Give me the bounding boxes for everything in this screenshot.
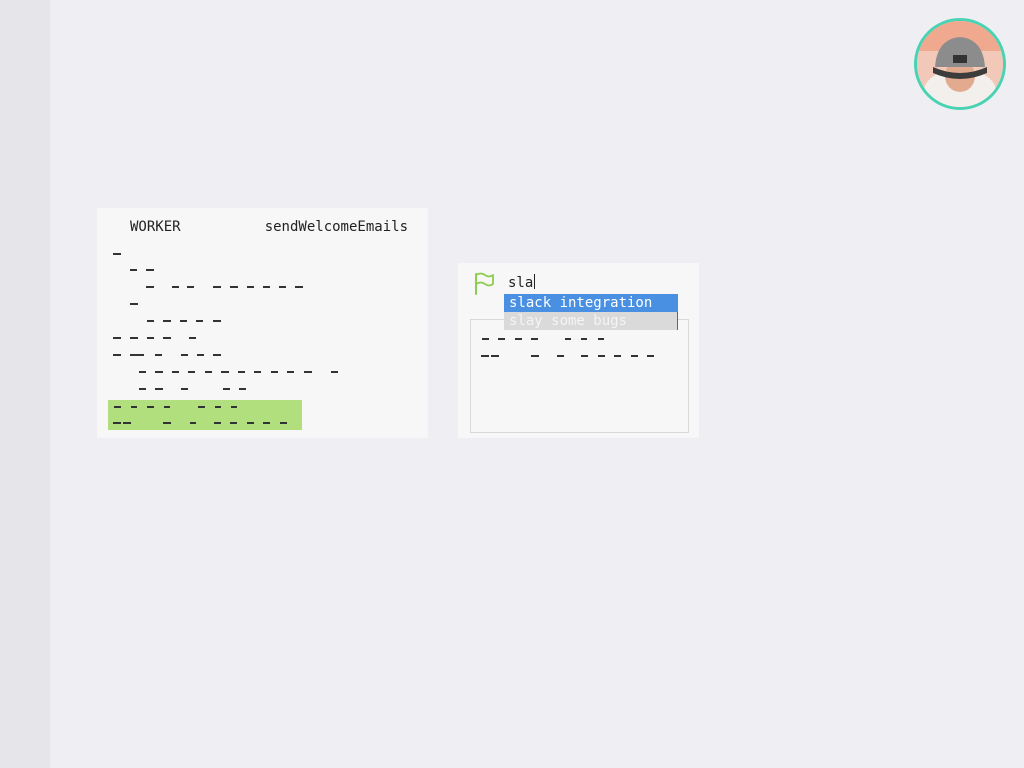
sidebar	[0, 0, 50, 768]
flag-icon	[475, 272, 494, 295]
suggestion-item[interactable]: slack integration	[504, 294, 678, 312]
task-card[interactable]: sla slack integration slay some bugs	[458, 263, 699, 438]
text-caret	[534, 274, 536, 289]
task-input-value: sla	[508, 275, 534, 291]
autocomplete-dropdown: slack integration slay some bugs	[504, 294, 678, 330]
user-avatar[interactable]	[914, 18, 1006, 110]
task-input[interactable]: sla	[508, 274, 536, 292]
suggestion-item[interactable]: slay some bugs	[504, 312, 678, 330]
worker-card[interactable]: WORKER sendWelcomeEmails	[97, 208, 428, 438]
user-avatar-icon	[917, 21, 1003, 107]
task-detail-box	[470, 319, 689, 433]
code-placeholder	[97, 208, 428, 438]
